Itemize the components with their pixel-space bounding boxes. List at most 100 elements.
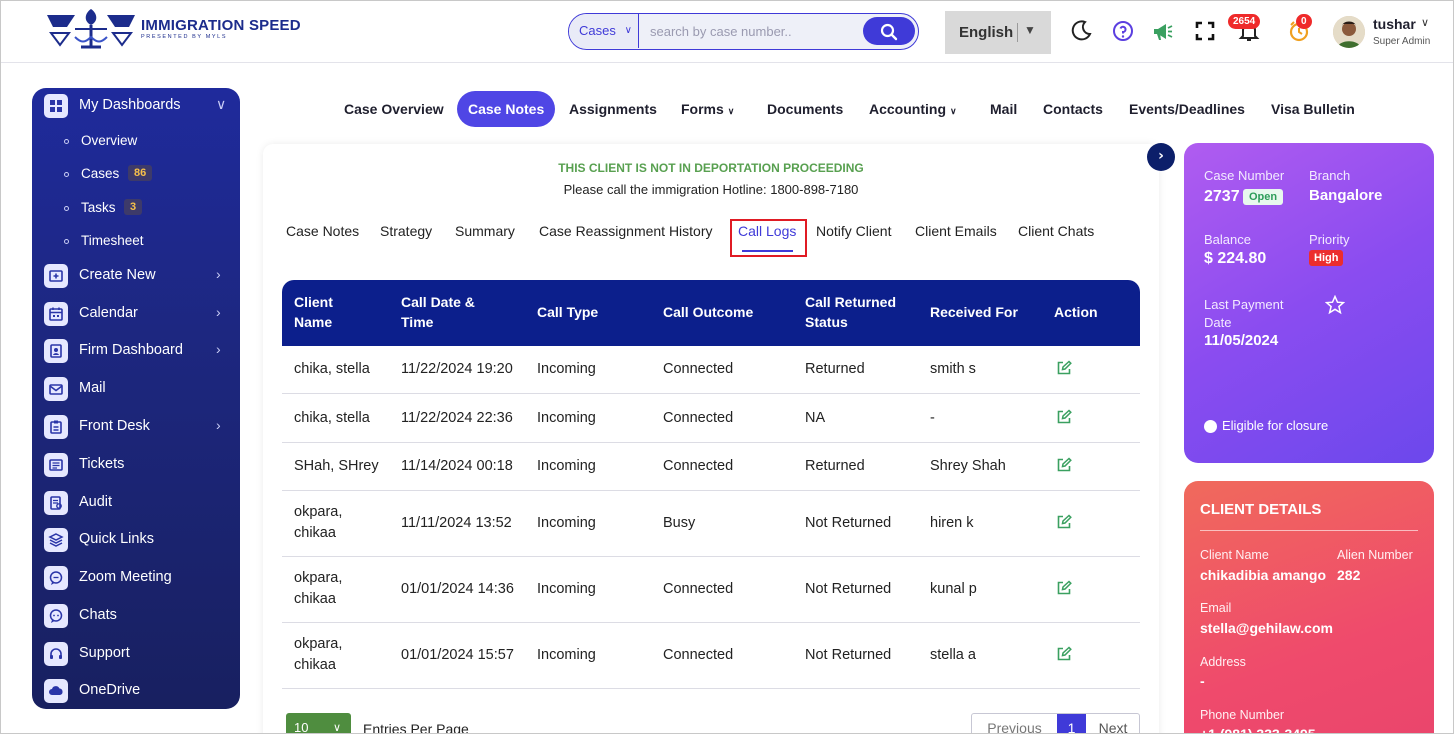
sidebar-item-front-desk[interactable]: Front Desk › <box>44 414 234 442</box>
alerts-badge: 0 <box>1296 14 1312 29</box>
caret-down-icon: ▼ <box>1024 23 1036 37</box>
cell-datetime: 01/01/2024 15:57 <box>401 647 514 663</box>
client-name: chikadibia amango <box>1200 567 1327 583</box>
sidebar-item-tickets[interactable]: Tickets <box>44 452 234 480</box>
grid-icon <box>44 94 68 118</box>
sidebar-subitem-label: Timesheet <box>81 233 144 248</box>
plus-square-icon <box>44 264 68 288</box>
collapse-panel-button[interactable]: › <box>1147 143 1175 171</box>
edit-icon[interactable] <box>1056 360 1072 376</box>
sidebar-item-my-dashboards[interactable]: My Dashboards ∨ <box>44 93 234 121</box>
fullscreen-icon[interactable] <box>1193 19 1217 43</box>
sidebar-item-audit[interactable]: Audit <box>44 490 234 518</box>
megaphone-icon[interactable] <box>1151 19 1175 43</box>
tab-case-notes[interactable]: Case Notes <box>457 91 556 127</box>
search-category-select[interactable]: Cases ∨ <box>569 14 639 48</box>
sidebar-item-calendar[interactable]: Calendar › <box>44 301 234 329</box>
star-icon[interactable] <box>1325 295 1345 315</box>
avatar[interactable] <box>1333 16 1365 48</box>
sidebar-item-create-new[interactable]: Create New › <box>44 263 234 291</box>
chevron-right-icon: › <box>216 341 221 357</box>
chat-bubble-icon <box>44 566 68 590</box>
next-page-button[interactable]: Next <box>1086 714 1140 733</box>
logo[interactable]: IMMIGRATION SPEED PRESENTED BY MYLS <box>45 7 301 53</box>
sidebar-item-support[interactable]: Support <box>44 641 234 669</box>
column-header-call-type[interactable]: Call Type <box>537 302 598 322</box>
page-number-button[interactable]: 1 <box>1057 714 1086 733</box>
priority-label: Priority <box>1309 232 1350 247</box>
help-icon[interactable] <box>1111 19 1135 43</box>
tab-mail[interactable]: Mail <box>979 91 1028 127</box>
cell-outcome: Connected <box>663 581 734 597</box>
case-number-label: Case Number <box>1204 168 1285 183</box>
table-row: okpara, chikaa 01/01/2024 14:36 Incoming Con… <box>282 557 1140 623</box>
sidebar-item-quick-links[interactable]: Quick Links <box>44 527 234 555</box>
cell-client-name-line: okpara, <box>294 504 343 520</box>
column-header-received-for[interactable]: Received For <box>930 302 1018 322</box>
column-header-call-returned-status[interactable]: Call Returned Status <box>805 292 896 332</box>
moon-icon[interactable] <box>1069 19 1093 43</box>
cell-client-name-line: chika, stella <box>294 361 370 377</box>
subtab-strategy[interactable]: Strategy <box>380 223 432 239</box>
sidebar-item-firm-dashboard[interactable]: Firm Dashboard › <box>44 338 234 366</box>
subtab-case-notes[interactable]: Case Notes <box>286 223 359 239</box>
subtab-client-chats[interactable]: Client Chats <box>1018 223 1094 239</box>
search-input[interactable] <box>641 14 861 48</box>
chat-icon <box>44 604 68 628</box>
email-label: Email <box>1200 601 1232 615</box>
subtab-case-reassignment-history[interactable]: Case Reassignment History <box>539 223 713 239</box>
chevron-down-icon: ∨ <box>950 106 957 116</box>
subtab-summary[interactable]: Summary <box>455 223 515 239</box>
tab-visa-bulletin[interactable]: Visa Bulletin <box>1260 91 1366 127</box>
sidebar-item-chats[interactable]: Chats <box>44 603 234 631</box>
edit-icon[interactable] <box>1056 457 1072 473</box>
eligible-for-closure-label: Eligible for closure <box>1222 418 1329 433</box>
user-badge-icon <box>44 339 68 363</box>
page-size-select[interactable]: 10 ∨ <box>286 713 351 733</box>
sidebar-item-mail[interactable]: Mail <box>44 376 234 404</box>
logo-subtitle: PRESENTED BY MYLS <box>141 34 228 40</box>
client-details-card: CLIENT DETAILS Client Name chikadibia am… <box>1184 481 1434 733</box>
edit-icon[interactable] <box>1056 580 1072 596</box>
cell-type: Incoming <box>537 515 596 531</box>
tab-case-overview[interactable]: Case Overview <box>333 91 455 127</box>
table-header: Client Name Call Date & Time Call Type Cal… <box>282 280 1140 346</box>
sidebar-item-onedrive[interactable]: OneDrive <box>44 678 234 706</box>
chevron-right-icon: › <box>216 417 221 433</box>
subtab-client-emails[interactable]: Client Emails <box>915 223 997 239</box>
cases-count-badge: 86 <box>128 165 153 181</box>
cell-datetime: 11/11/2024 13:52 <box>401 515 512 531</box>
table-row: SHah, SHrey 11/14/2024 00:18 Incoming Conne… <box>282 443 1140 491</box>
tab-assignments[interactable]: Assignments <box>558 91 668 127</box>
sidebar-item-zoom-meeting[interactable]: Zoom Meeting <box>44 565 234 593</box>
edit-icon[interactable] <box>1056 514 1072 530</box>
previous-page-button[interactable]: Previous <box>972 714 1057 733</box>
cell-returned: NA <box>805 409 826 426</box>
column-header-call-date-time[interactable]: Call Date & Time <box>401 292 475 332</box>
chevron-down-icon[interactable]: ∨ <box>1421 16 1429 29</box>
tab-accounting[interactable]: Accounting ∨ <box>858 91 968 127</box>
tab-events-deadlines[interactable]: Events/Deadlines <box>1118 91 1256 127</box>
tab-documents[interactable]: Documents <box>756 91 854 127</box>
client-name-label: Client Name <box>1200 548 1269 562</box>
subtab-call-logs[interactable]: Call Logs <box>738 223 796 239</box>
user-name[interactable]: tushar <box>1373 16 1416 32</box>
language-select[interactable]: English ▼ <box>945 11 1051 54</box>
tab-forms[interactable]: Forms ∨ <box>670 91 745 127</box>
tab-contacts[interactable]: Contacts <box>1032 91 1114 127</box>
sidebar-item-label: Chats <box>79 607 117 623</box>
phone-label: Phone Number <box>1200 708 1285 722</box>
cell-type: Incoming <box>537 361 596 377</box>
column-header-call-outcome[interactable]: Call Outcome <box>663 302 753 322</box>
bullet-icon <box>64 206 69 211</box>
search-button[interactable] <box>863 17 915 45</box>
cell-datetime: 11/22/2024 22:36 <box>401 409 513 426</box>
cell-client-name: SHah, SHrey <box>294 456 379 477</box>
client-email[interactable]: stella@gehilaw.com <box>1200 620 1333 636</box>
cell-datetime: 11/14/2024 00:18 <box>401 458 513 474</box>
column-header-client-name[interactable]: Client Name <box>294 292 333 332</box>
edit-icon[interactable] <box>1056 408 1072 425</box>
edit-icon[interactable] <box>1056 646 1072 662</box>
subtab-notify-client[interactable]: Notify Client <box>816 223 891 239</box>
cell-client-name: okpara, chikaa <box>294 634 342 676</box>
